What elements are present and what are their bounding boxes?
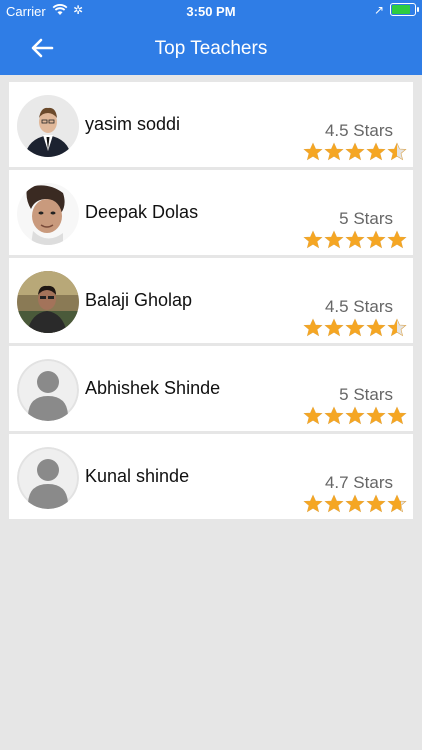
teacher-avatar [17, 183, 79, 245]
teacher-card[interactable]: Kunal shinde 4.7 Stars [9, 434, 413, 519]
nav-bar: Top Teachers [0, 22, 422, 75]
page-title: Top Teachers [154, 38, 268, 59]
star-full-icon [324, 230, 344, 249]
teacher-name: Balaji Gholap [85, 290, 193, 310]
star-full-icon [366, 406, 386, 425]
star-full-icon [324, 142, 344, 161]
star-full-icon [345, 318, 365, 337]
star-full-icon [303, 406, 323, 425]
teacher-card[interactable]: Balaji Gholap 4.5 Stars [9, 258, 413, 343]
teacher-card[interactable]: Deepak Dolas 5 Stars [9, 170, 413, 255]
star-full-icon [345, 406, 365, 425]
star-full-icon [345, 494, 365, 513]
star-full-icon [366, 230, 386, 249]
rating-text: 5 Stars [339, 385, 393, 404]
teacher-name: Abhishek Shinde [85, 378, 221, 398]
star-full-icon [387, 230, 407, 249]
teacher-avatar [17, 95, 79, 157]
star-rating [303, 230, 407, 250]
star-full-icon [387, 406, 407, 425]
teacher-name: yasim soddi [85, 114, 181, 134]
star-full-icon [345, 142, 365, 161]
star-half-icon [387, 142, 407, 161]
star-half-icon [387, 494, 407, 513]
star-full-icon [303, 494, 323, 513]
star-full-icon [366, 142, 386, 161]
star-half-icon [387, 318, 407, 337]
default-avatar-icon [17, 359, 79, 421]
star-full-icon [303, 230, 323, 249]
status-time: 3:50 PM [186, 4, 236, 19]
teacher-card[interactable]: yasim soddi 4.5 Stars [9, 82, 413, 167]
star-rating [303, 142, 407, 162]
battery-icon [390, 3, 419, 16]
star-full-icon [366, 494, 386, 513]
star-rating [303, 318, 407, 338]
teacher-name: Kunal shinde [85, 466, 190, 486]
top-bar: Carrier ✲ 3:50 PM ↗ Top Teachers [0, 0, 422, 75]
star-full-icon [303, 318, 323, 337]
star-full-icon [345, 230, 365, 249]
rating-text: 4.5 Stars [324, 297, 393, 316]
rating-text: 4.7 Stars [324, 473, 393, 492]
teacher-name: Deepak Dolas [85, 202, 199, 222]
star-full-icon [324, 318, 344, 337]
rating-text: 5 Stars [339, 209, 393, 228]
star-full-icon [303, 142, 323, 161]
rating-text: 4.5 Stars [324, 121, 393, 140]
star-full-icon [366, 318, 386, 337]
star-rating [303, 406, 407, 426]
charging-icon: ↗ [373, 3, 384, 17]
star-full-icon [324, 406, 344, 425]
status-bar: Carrier ✲ 3:50 PM ↗ [0, 0, 422, 22]
teacher-list: yasim soddi 4.5 Stars Deepak Dolas 5 Sta… [9, 82, 413, 522]
default-avatar-icon [17, 447, 79, 509]
star-full-icon [324, 494, 344, 513]
teacher-avatar [17, 271, 79, 333]
teacher-card[interactable]: Abhishek Shinde 5 Stars [9, 346, 413, 431]
star-rating [303, 494, 407, 514]
